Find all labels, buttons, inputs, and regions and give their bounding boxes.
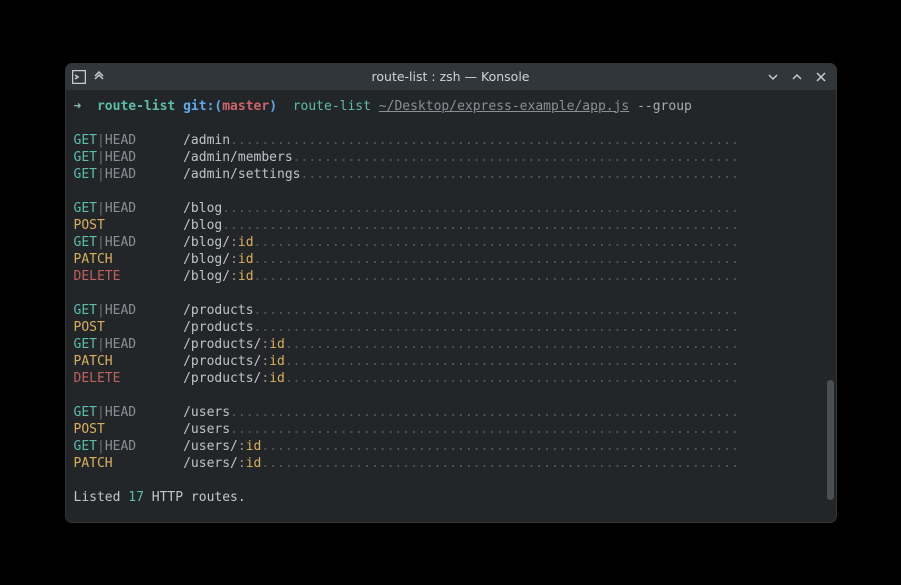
close-icon[interactable]: [814, 70, 828, 84]
command-flag: --group: [637, 99, 692, 114]
titlebar: route-list : zsh — Konsole: [66, 64, 836, 90]
minimize-icon[interactable]: [766, 70, 780, 84]
git-branch: master: [222, 99, 269, 114]
prompt-line: ➜ route-list git:(master) route-list ~/D…: [74, 98, 828, 115]
route-list-output: GET|HEAD /admin.........................…: [74, 115, 828, 506]
keep-above-icon[interactable]: [92, 70, 106, 84]
command-name: route-list: [293, 99, 371, 114]
konsole-window: route-list : zsh — Konsole ➜ route-list …: [66, 64, 836, 522]
prompt-icon: [72, 70, 86, 84]
window-title: route-list : zsh — Konsole: [66, 69, 836, 84]
prompt-arrow: ➜: [74, 99, 90, 114]
maximize-icon[interactable]: [790, 70, 804, 84]
git-label: git:: [183, 99, 214, 114]
prompt-cwd: route-list: [97, 99, 175, 114]
git-close-paren: ): [269, 99, 277, 114]
terminal-area[interactable]: ➜ route-list git:(master) route-list ~/D…: [66, 90, 836, 522]
command-path: ~/Desktop/express-example/app.js: [379, 99, 629, 114]
scrollbar-thumb[interactable]: [827, 380, 834, 500]
